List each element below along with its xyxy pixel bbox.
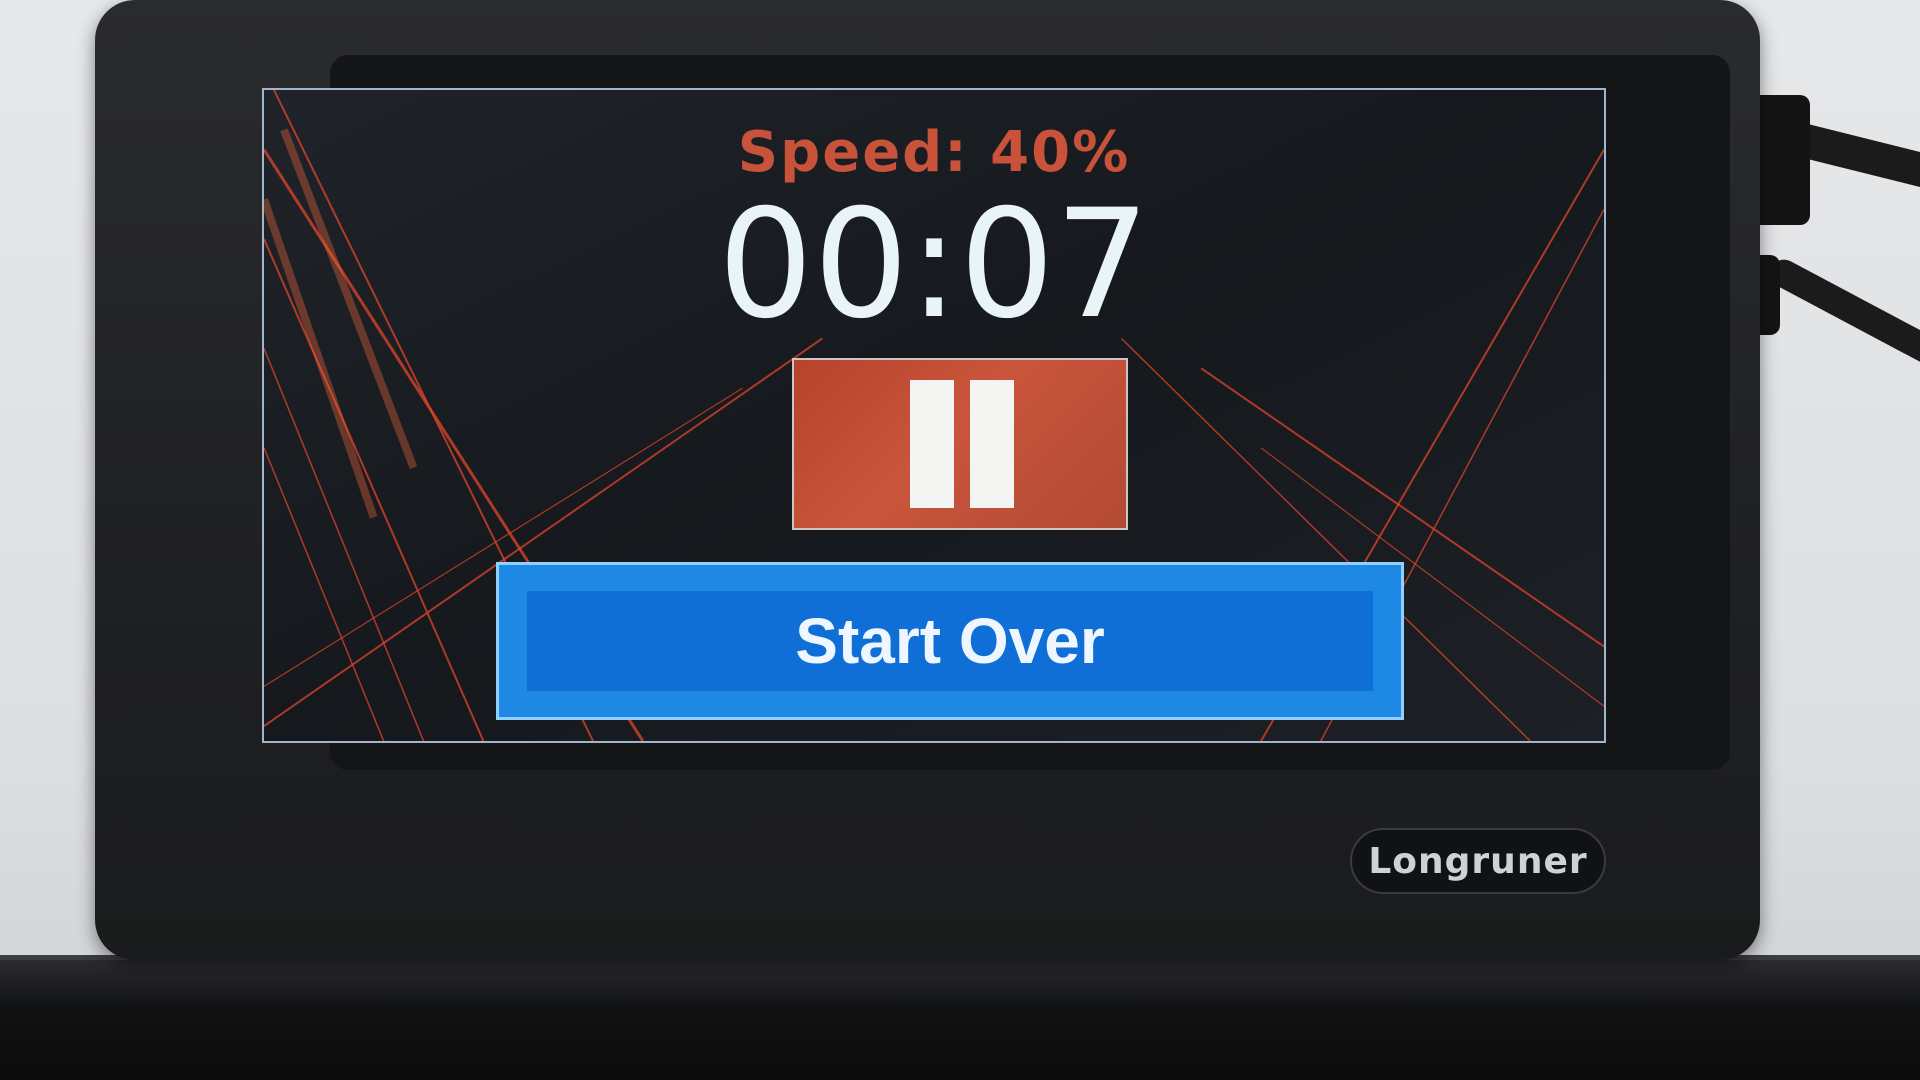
usb-cable: [1765, 254, 1920, 374]
shelf: [0, 960, 1920, 1080]
brand-logo: Longruner: [1350, 828, 1606, 894]
pause-icon-bar-right: [970, 380, 1014, 508]
photo-scene: Speed: 40% 00:07 Start Over Longruner: [0, 0, 1920, 1080]
speed-readout: Speed: 40%: [737, 120, 1131, 185]
pause-icon-bar-left: [910, 380, 954, 508]
start-over-label: Start Over: [795, 605, 1105, 677]
elapsed-timer: 00:07: [717, 178, 1151, 352]
start-over-button[interactable]: Start Over: [496, 562, 1404, 720]
pause-button[interactable]: [792, 358, 1128, 530]
touch-screen: Speed: 40% 00:07 Start Over: [262, 88, 1606, 743]
